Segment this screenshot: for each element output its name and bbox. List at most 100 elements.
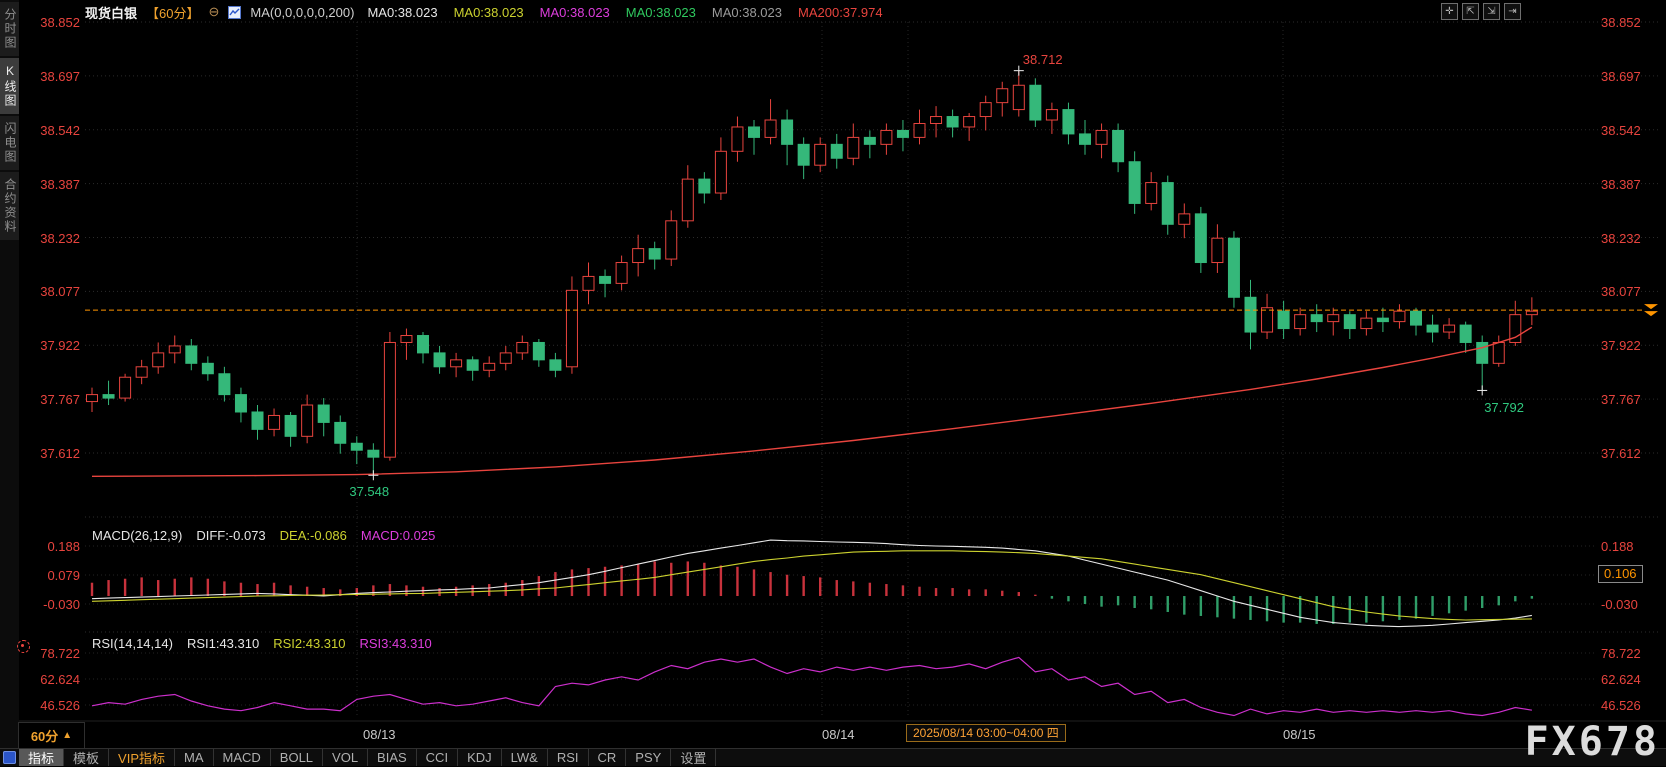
rsi1-value: RSI1:43.310 bbox=[187, 636, 259, 651]
selected-candle-time: 2025/08/14 03:00~04:00 四 bbox=[906, 724, 1066, 742]
price-axis-label-left-1: 38.852 bbox=[24, 15, 80, 30]
indicator-settings-icon[interactable] bbox=[17, 640, 30, 653]
macd-crosshair-value: 0.106 bbox=[1598, 565, 1643, 583]
price-axis-label-right-3: 38.542 bbox=[1601, 123, 1657, 138]
indicator-tab-10[interactable]: KDJ bbox=[458, 749, 502, 766]
price-axis-label-left-7: 37.922 bbox=[24, 338, 80, 353]
axis-scale-left-icon[interactable]: ⇱ bbox=[1462, 3, 1479, 20]
price-marker-icon bbox=[1644, 304, 1658, 316]
macd-histogram bbox=[92, 561, 1532, 624]
axis-shift-icon[interactable]: ⇥ bbox=[1504, 3, 1521, 20]
macd-axis-label-right-3: -0.030 bbox=[1601, 597, 1657, 612]
price-axis-label-left-3: 38.542 bbox=[24, 123, 80, 138]
indicator-tab-5[interactable]: MACD bbox=[214, 749, 271, 766]
timeframe-selector[interactable]: 60分 ▲ bbox=[18, 722, 85, 748]
indicator-tab-11[interactable]: LW& bbox=[502, 749, 548, 766]
indicator-tab-3[interactable]: VIP指标 bbox=[109, 749, 175, 766]
price-axis-label-right-2: 38.697 bbox=[1601, 69, 1657, 84]
macd-dea-value: DEA:-0.086 bbox=[280, 528, 347, 543]
price-axis-label-right-7: 37.922 bbox=[1601, 338, 1657, 353]
rsi-header: RSI(14,14,14) RSI1:43.310 RSI2:43.310 RS… bbox=[92, 636, 432, 651]
rsi-axis-label-left-2: 62.624 bbox=[24, 672, 80, 687]
macd-axis-label-right-1: 0.188 bbox=[1601, 539, 1657, 554]
x-axis-date-1: 08/13 bbox=[363, 727, 396, 742]
rsi-axis-label-left-1: 78.722 bbox=[24, 646, 80, 661]
price-axis-label-right-1: 38.852 bbox=[1601, 15, 1657, 30]
price-axis-label-left-9: 37.612 bbox=[24, 446, 80, 461]
ma-settings: MA(0,0,0,0,0,200) bbox=[250, 5, 354, 20]
macd-axis-label-left-2: 0.079 bbox=[24, 568, 80, 583]
trading-app: { "sidebar": {"items": [ {"label": "分时图"… bbox=[0, 0, 1666, 765]
ma-value-5: MA0:38.023 bbox=[712, 5, 782, 20]
price-axis-label-left-4: 38.387 bbox=[24, 177, 80, 192]
indicator-tab-2[interactable]: 模板 bbox=[64, 749, 109, 766]
macd-macd-value: MACD:0.025 bbox=[361, 528, 435, 543]
indicator-tab-4[interactable]: MA bbox=[175, 749, 214, 766]
macd-header: MACD(26,12,9) DIFF:-0.073 DEA:-0.086 MAC… bbox=[92, 528, 435, 543]
indicator-tab-12[interactable]: RSI bbox=[548, 749, 589, 766]
watermark-logo: FX678 bbox=[1525, 719, 1660, 765]
ma-value-4: MA0:38.023 bbox=[626, 5, 696, 20]
rsi-line bbox=[92, 657, 1532, 715]
sidebar-item-3[interactable]: 闪电图 bbox=[0, 116, 19, 170]
ma-value-1: MA0:38.023 bbox=[367, 5, 437, 20]
candles-group bbox=[87, 71, 1538, 476]
axis-scale-right-icon[interactable]: ⇲ bbox=[1483, 3, 1500, 20]
indicator-tab-15[interactable]: 设置 bbox=[671, 749, 716, 766]
macd-axis-label-left-1: 0.188 bbox=[24, 539, 80, 554]
period-label[interactable]: 【60分】 bbox=[146, 3, 199, 22]
rsi3-value: RSI3:43.310 bbox=[360, 636, 432, 651]
indicator-tab-1[interactable]: 指标 bbox=[19, 749, 64, 766]
price-axis-label-right-6: 38.077 bbox=[1601, 284, 1657, 299]
macd-axis-label-left-3: -0.030 bbox=[24, 597, 80, 612]
chevron-up-icon: ▲ bbox=[62, 730, 72, 741]
indicator-tab-8[interactable]: BIAS bbox=[368, 749, 417, 766]
indicator-toolbar: 指标模板VIP指标MAMACDBOLLVOLBIASCCIKDJLW&RSICR… bbox=[0, 748, 1666, 766]
price-axis-label-left-5: 38.232 bbox=[24, 231, 80, 246]
ma-values: MA0:38.023 MA0:38.023 MA0:38.023 MA0:38.023… bbox=[363, 5, 882, 20]
extreme-marker-icon bbox=[1014, 66, 1024, 76]
ma-value-3: MA0:38.023 bbox=[540, 5, 610, 20]
price-annotation-1: 38.712 bbox=[1023, 52, 1063, 67]
indicator-tab-7[interactable]: VOL bbox=[323, 749, 368, 766]
x-axis-date-3: 08/15 bbox=[1283, 727, 1316, 742]
sidebar-item-2[interactable]: K线图 bbox=[0, 58, 19, 114]
extreme-marker-icon bbox=[1477, 385, 1487, 395]
price-axis-label-right-4: 38.387 bbox=[1601, 177, 1657, 192]
timeframe-label: 60分 bbox=[31, 726, 58, 745]
symbol-name: 现货白银 bbox=[85, 3, 137, 22]
ma-value-2: MA0:38.023 bbox=[454, 5, 524, 20]
indicator-tab-14[interactable]: PSY bbox=[626, 749, 671, 766]
price-axis-label-left-2: 38.697 bbox=[24, 69, 80, 84]
chart-header: 现货白银 【60分】 ⊖ MA(0,0,0,0,0,200) MA0:38.02… bbox=[85, 3, 883, 21]
rsi-axis-label-right-3: 46.526 bbox=[1601, 698, 1657, 713]
rsi-title[interactable]: RSI(14,14,14) bbox=[92, 636, 173, 651]
x-axis-date-2: 08/14 bbox=[822, 727, 855, 742]
indicator-tab-6[interactable]: BOLL bbox=[271, 749, 323, 766]
price-axis-label-right-5: 38.232 bbox=[1601, 231, 1657, 246]
price-annotation-2: 37.548 bbox=[349, 484, 389, 499]
sidebar-item-4[interactable]: 合约资料 bbox=[0, 172, 19, 240]
price-axis-label-right-9: 37.612 bbox=[1601, 446, 1657, 461]
sidebar-item-1[interactable]: 分时图 bbox=[0, 2, 19, 56]
rsi-axis-label-right-2: 62.624 bbox=[1601, 672, 1657, 687]
rsi-axis-label-left-3: 46.526 bbox=[24, 698, 80, 713]
rsi2-value: RSI2:43.310 bbox=[273, 636, 345, 651]
mini-chart-icon bbox=[228, 6, 241, 19]
pan-icon[interactable]: ✛ bbox=[1441, 3, 1458, 20]
ma-value-6: MA200:37.974 bbox=[798, 5, 883, 20]
grid-icon[interactable] bbox=[3, 751, 16, 764]
price-axis-label-right-8: 37.767 bbox=[1601, 392, 1657, 407]
indicator-tab-13[interactable]: CR bbox=[589, 749, 627, 766]
rsi-axis-label-right-1: 78.722 bbox=[1601, 646, 1657, 661]
price-axis-label-left-6: 38.077 bbox=[24, 284, 80, 299]
macd-title[interactable]: MACD(26,12,9) bbox=[92, 528, 182, 543]
price-axis-label-left-8: 37.767 bbox=[24, 392, 80, 407]
view-sidebar: 分时图 K线图闪电图合约资料 bbox=[0, 0, 19, 765]
indicator-tab-9[interactable]: CCI bbox=[417, 749, 458, 766]
chart-tool-icons: ✛⇱⇲⇥ bbox=[1441, 3, 1521, 20]
extreme-marker-icon bbox=[368, 470, 378, 480]
collapse-icon[interactable]: ⊖ bbox=[208, 4, 219, 20]
ma200-line bbox=[92, 327, 1532, 476]
price-annotation-3: 37.792 bbox=[1484, 400, 1524, 415]
